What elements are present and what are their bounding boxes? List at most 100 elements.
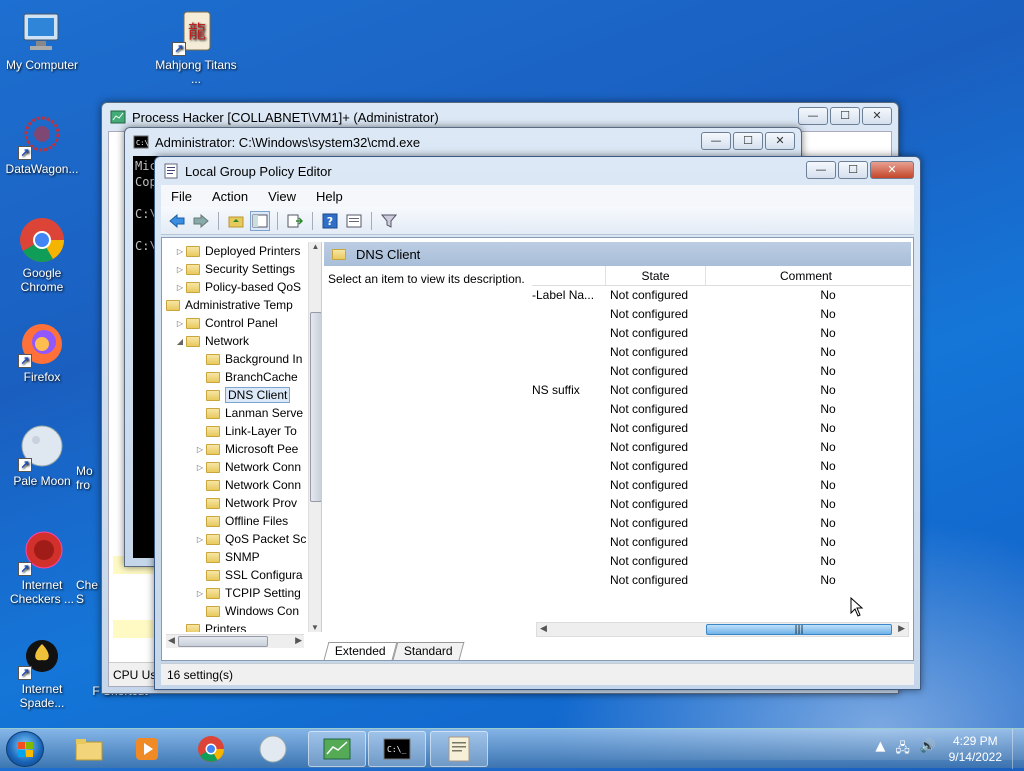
scroll-right-arrow-icon[interactable]: ▶ — [898, 624, 905, 634]
group-policy-editor-window[interactable]: Local Group Policy Editor — ☐ ✕ File Act… — [154, 156, 921, 690]
expand-arrow-icon[interactable]: ▷ — [174, 319, 186, 328]
start-button[interactable] — [6, 731, 44, 767]
filter-icon[interactable] — [379, 211, 399, 231]
maximize-button[interactable]: ☐ — [830, 107, 860, 125]
export-list-icon[interactable] — [285, 211, 305, 231]
column-header-state[interactable]: State — [606, 266, 706, 285]
menu-action[interactable]: Action — [202, 189, 258, 204]
tree-item[interactable]: Network Conn — [166, 476, 321, 494]
expand-arrow-icon[interactable]: ◢ — [174, 337, 186, 346]
scroll-up-arrow-icon[interactable]: ▲ — [309, 242, 321, 251]
cmd-titlebar[interactable]: C:\ Administrator: C:\Windows\system32\c… — [125, 128, 801, 156]
desktop-icon-my-computer[interactable]: My Computer — [0, 8, 84, 72]
taskbar-group-policy-editor[interactable] — [430, 731, 488, 767]
tree-item[interactable]: Offline Files — [166, 512, 321, 530]
taskbar-cmd[interactable]: C:\_ — [368, 731, 426, 767]
tree-horizontal-scrollbar[interactable]: ◀ ▶ — [166, 634, 304, 648]
column-header-setting[interactable] — [532, 266, 606, 285]
scroll-left-arrow-icon[interactable]: ◀ — [540, 624, 547, 634]
tab-standard[interactable]: Standard — [392, 642, 464, 660]
tree-item[interactable]: ◢ Network — [166, 332, 321, 350]
tree-item[interactable]: Network Prov — [166, 494, 321, 512]
table-row[interactable]: Not configured No — [532, 419, 911, 438]
properties-icon[interactable] — [344, 211, 364, 231]
tree-item[interactable]: ▷ Microsoft Pee — [166, 440, 321, 458]
expand-arrow-icon[interactable]: ▷ — [194, 445, 206, 454]
desktop-icon-pale-moon[interactable]: ↗ Pale Moon — [0, 424, 84, 488]
close-button[interactable]: ✕ — [862, 107, 892, 125]
menu-help[interactable]: Help — [306, 189, 353, 204]
maximize-button[interactable]: ☐ — [733, 132, 763, 150]
table-row[interactable]: NS suffix Not configured No — [532, 381, 911, 400]
tree-item[interactable]: ▷ Control Panel — [166, 314, 321, 332]
scrollbar-thumb[interactable] — [178, 636, 268, 647]
tab-extended[interactable]: Extended — [323, 642, 398, 660]
show-hidden-icons-arrow-icon[interactable]: ▲ — [875, 739, 885, 761]
table-row[interactable]: Not configured No — [532, 324, 911, 343]
tree-item[interactable]: SSL Configura — [166, 566, 321, 584]
scrollbar-thumb[interactable]: ||| — [706, 624, 892, 635]
settings-list[interactable]: State Comment -Label Na... Not configured… — [532, 266, 911, 618]
tree-item[interactable]: Link-Layer To — [166, 422, 321, 440]
network-icon[interactable]: 🖧 — [895, 739, 910, 761]
taskbar-process-hacker[interactable] — [308, 731, 366, 767]
desktop-icon-datawagon[interactable]: ↗ DataWagon... — [0, 112, 84, 176]
close-button[interactable]: ✕ — [870, 161, 914, 179]
expand-arrow-icon[interactable]: ▷ — [174, 283, 186, 292]
taskbar-media-player[interactable] — [118, 731, 176, 767]
show-desktop-button[interactable] — [1012, 729, 1024, 769]
scroll-right-arrow-icon[interactable]: ▶ — [295, 636, 302, 646]
tree-item[interactable]: Administrative Temp — [166, 296, 321, 314]
tree-item[interactable]: ▷ Policy-based QoS — [166, 278, 321, 296]
expand-arrow-icon[interactable]: ▷ — [174, 247, 186, 256]
tree-item[interactable]: Lanman Serve — [166, 404, 321, 422]
table-row[interactable]: Not configured No — [532, 514, 911, 533]
table-row[interactable]: Not configured No — [532, 571, 911, 590]
tree-item[interactable]: Windows Con — [166, 602, 321, 620]
expand-arrow-icon[interactable]: ▷ — [194, 589, 206, 598]
tree-item[interactable]: ▷ Security Settings — [166, 260, 321, 278]
expand-arrow-icon[interactable]: ▷ — [174, 265, 186, 274]
maximize-button[interactable]: ☐ — [838, 161, 868, 179]
tree-item[interactable]: ▷ TCPIP Setting — [166, 584, 321, 602]
table-row[interactable]: Not configured No — [532, 438, 911, 457]
tree-vertical-scrollbar[interactable]: ▲ ▼ — [308, 242, 321, 632]
tree-item[interactable]: BranchCache — [166, 368, 321, 386]
desktop-icon-internet-checkers[interactable]: ↗ Internet Checkers ... — [0, 528, 84, 606]
forward-arrow-icon[interactable] — [191, 211, 211, 231]
tree-item[interactable]: Background In — [166, 350, 321, 368]
table-row[interactable]: Not configured No — [532, 457, 911, 476]
tree-item[interactable]: ▷ QoS Packet Sc — [166, 530, 321, 548]
clock[interactable]: 4:29 PM 9/14/2022 — [949, 733, 1002, 765]
show-hide-tree-icon[interactable] — [250, 210, 270, 231]
taskbar-chrome[interactable] — [182, 731, 240, 767]
menu-file[interactable]: File — [161, 189, 202, 204]
table-row[interactable]: Not configured No — [532, 362, 911, 381]
taskbar-explorer[interactable] — [60, 731, 118, 767]
back-arrow-icon[interactable] — [167, 211, 187, 231]
table-row[interactable]: Not configured No — [532, 476, 911, 495]
table-row[interactable]: Not configured No — [532, 400, 911, 419]
scrollbar-thumb[interactable] — [310, 312, 321, 502]
up-folder-icon[interactable] — [226, 211, 246, 231]
expand-arrow-icon[interactable]: ▷ — [194, 463, 206, 472]
menu-view[interactable]: View — [258, 189, 306, 204]
minimize-button[interactable]: — — [798, 107, 828, 125]
tree-item[interactable]: ▷ Network Conn — [166, 458, 321, 476]
scroll-down-arrow-icon[interactable]: ▼ — [309, 623, 321, 632]
tree-item[interactable]: ▷ Deployed Printers — [166, 242, 321, 260]
policy-tree[interactable]: ▷ Deployed Printers ▷ Security Settings ▷ Pol… — [166, 242, 322, 632]
tree-item[interactable]: DNS Client — [166, 386, 321, 404]
tree-item[interactable]: Printers — [166, 620, 321, 632]
list-horizontal-scrollbar[interactable]: ◀ ||| ▶ — [536, 622, 909, 637]
desktop-icon-firefox[interactable]: ↗ Firefox — [0, 320, 84, 384]
expand-arrow-icon[interactable]: ▷ — [194, 535, 206, 544]
minimize-button[interactable]: — — [701, 132, 731, 150]
minimize-button[interactable]: — — [806, 161, 836, 179]
table-row[interactable]: Not configured No — [532, 495, 911, 514]
table-row[interactable]: Not configured No — [532, 533, 911, 552]
table-row[interactable]: -Label Na... Not configured No — [532, 286, 911, 305]
column-header-comment[interactable]: Comment — [706, 266, 906, 285]
taskbar-pale-moon[interactable] — [244, 731, 302, 767]
table-row[interactable]: Not configured No — [532, 343, 911, 362]
